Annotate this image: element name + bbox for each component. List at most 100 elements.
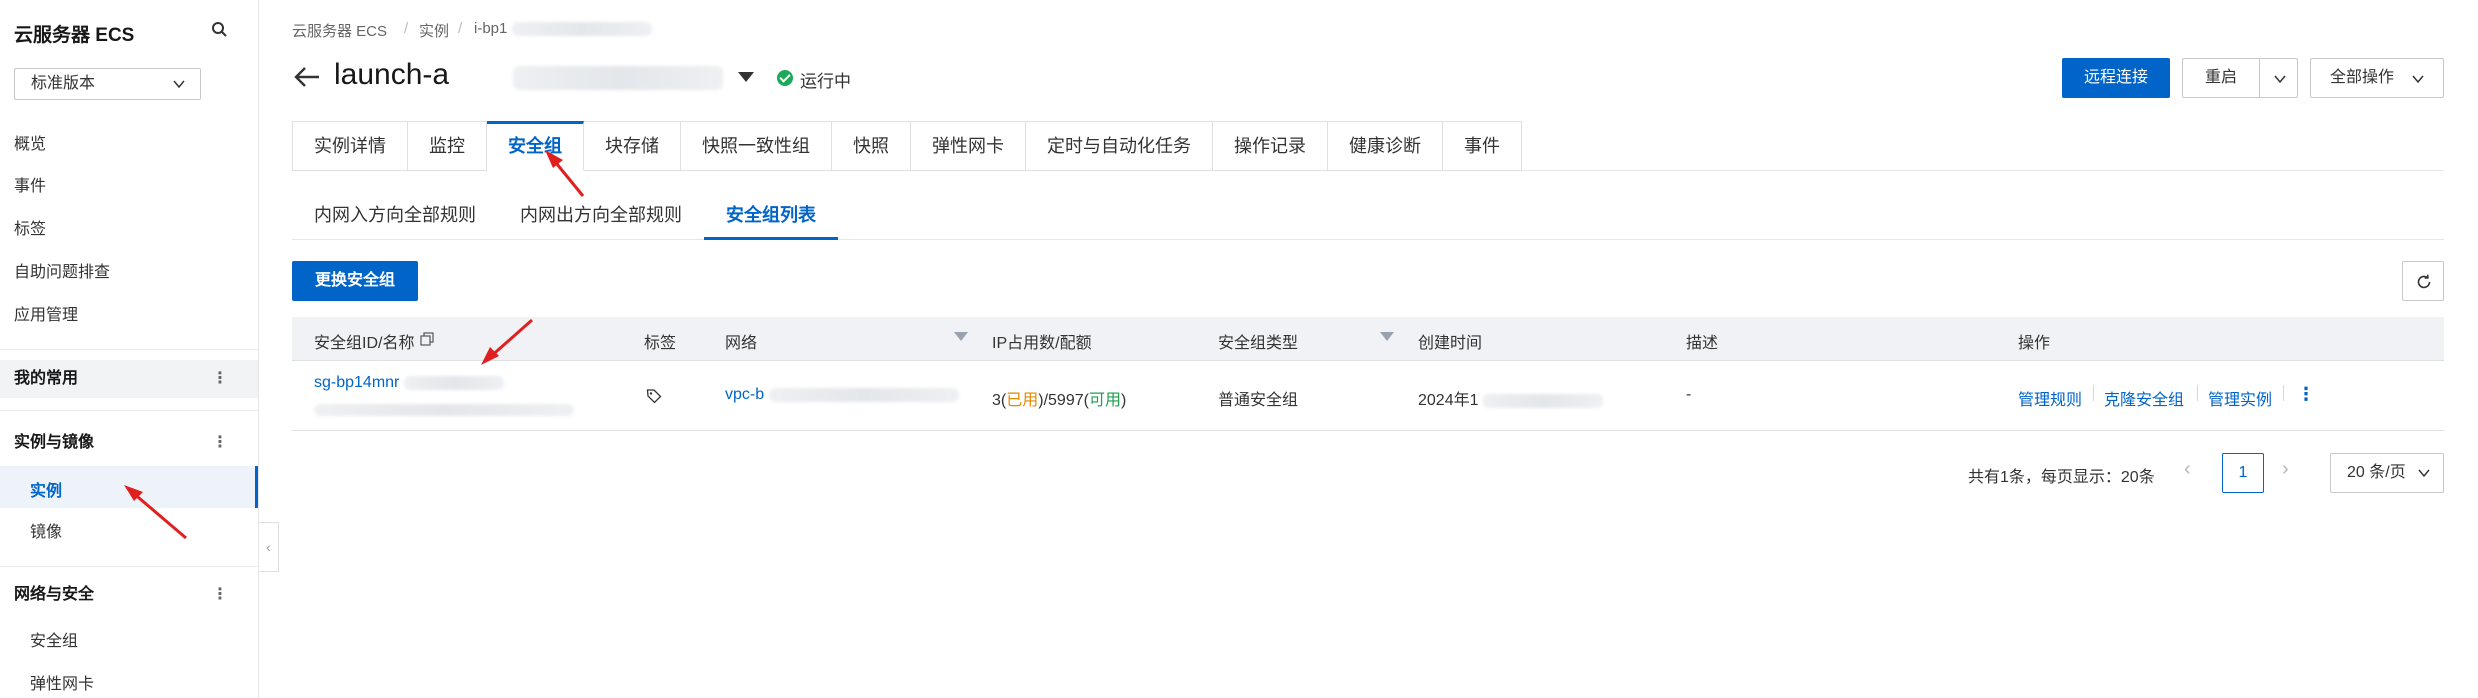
redacted-blur [1482,393,1603,408]
tab-operation-logs[interactable]: 操作记录 [1213,121,1328,171]
redacted-blur [513,66,723,90]
tab-events[interactable]: 事件 [1443,121,1522,171]
breadcrumb-instances[interactable]: 实例 [419,20,449,41]
tab-security-groups[interactable]: 安全组 [487,121,584,171]
column-header-id-name: 安全组ID/名称 [314,335,415,352]
sidebar-group-favorites[interactable]: 我的常用 ⋮ [0,360,258,398]
check-circle-icon [777,70,793,86]
column-header-network: 网络 [725,335,758,352]
tab-snapshot-consistency-groups[interactable]: 快照一致性组 [681,121,832,171]
created-time: 2024年1 [1418,392,1479,409]
chevron-down-icon [2418,469,2430,478]
ip-total: /5997 [1043,392,1084,409]
table-header: 安全组ID/名称 标签 网络 IP占用数/配额 安全组类型 创建时间 描述 操作 [292,317,2444,361]
change-security-group-button[interactable]: 更换安全组 [292,261,418,301]
all-actions-label: 全部操作 [2330,69,2395,86]
sidebar-group-label: 网络与安全 [14,586,95,603]
restart-button-group: 重启 [2182,58,2298,98]
more-vertical-icon[interactable]: ⋮ [212,360,228,398]
column-header-description: 描述 [1686,335,1719,352]
sidebar-group-label: 实例与镜像 [14,434,95,451]
sidebar-item-instances[interactable]: 实例 [0,466,258,508]
version-select[interactable]: 标准版本 [14,68,201,100]
tag-icon[interactable] [646,388,662,404]
pagination-summary: 共有1条，每页显示：20条 [1968,469,2155,486]
sidebar-item-eni[interactable]: 弹性网卡 [30,670,94,694]
security-group-id-link[interactable]: sg-bp14mnr [314,374,504,392]
vpc-id: vpc-b [725,386,765,403]
sidebar-item-app-management[interactable]: 应用管理 [14,301,78,325]
remote-connect-button[interactable]: 远程连接 [2062,58,2170,98]
filter-icon[interactable] [1380,332,1394,341]
divider [0,349,258,350]
tab-eni[interactable]: 弹性网卡 [911,121,1026,171]
manage-instances-link[interactable]: 管理实例 [2208,386,2272,410]
tab-snapshots[interactable]: 快照 [832,121,911,171]
subtab-security-group-list[interactable]: 安全组列表 [704,198,838,240]
page-size-value: 20 条/页 [2347,464,2406,481]
tab-health-diagnosis[interactable]: 健康诊断 [1328,121,1443,171]
tab-bar: 实例详情 监控 安全组 块存储 快照一致性组 快照 弹性网卡 定时与自动化任务 … [292,121,1522,171]
copy-icon[interactable] [420,332,434,346]
clone-security-group-link[interactable]: 克隆安全组 [2104,386,2184,410]
redacted-blur [768,387,959,402]
column-header-actions: 操作 [2018,335,2051,352]
created-time-cell: 2024年1 [1418,386,1603,410]
caret-down-icon[interactable] [738,72,754,82]
more-vertical-icon[interactable]: ⋮ [212,576,228,614]
sidebar-collapse-handle[interactable]: ‹ [259,522,279,572]
vpc-link[interactable]: vpc-b [725,386,959,404]
redacted-blur [511,22,652,37]
back-arrow-icon[interactable] [292,62,322,92]
sidebar-item-label: 实例 [30,483,63,500]
sidebar-group-instances-images[interactable]: 实例与镜像 ⋮ [0,424,258,462]
tab-monitoring[interactable]: 监控 [408,121,487,171]
breadcrumb-separator: / [458,20,463,37]
tab-instance-details[interactable]: 实例详情 [292,121,408,171]
divider [0,566,258,567]
tab-scheduled-tasks[interactable]: 定时与自动化任务 [1026,121,1213,171]
filter-icon[interactable] [954,332,968,341]
page-1-button[interactable]: 1 [2222,453,2264,493]
chevron-down-icon [173,80,185,89]
sg-type-cell: 普通安全组 [1218,392,1299,409]
more-vertical-icon[interactable]: ⋮ [2297,384,2315,405]
divider [2093,385,2094,401]
sidebar-group-network-security[interactable]: 网络与安全 ⋮ [0,576,258,614]
breadcrumb-current: i-bp1 [474,20,652,37]
divider [2197,385,2198,401]
breadcrumb-ecs[interactable]: 云服务器 ECS [292,20,387,41]
sidebar-group-label: 我的常用 [14,370,79,387]
previous-page-icon[interactable]: ‹ [2184,458,2191,481]
sidebar-item-images[interactable]: 镜像 [30,518,62,542]
breadcrumb-current-id: i-bp1 [474,20,508,37]
redacted-blur [403,375,504,390]
sidebar-item-events[interactable]: 事件 [14,172,46,196]
status-text: 运行中 [800,72,851,91]
sidebar-item-security-groups[interactable]: 安全组 [30,627,78,651]
sidebar-item-troubleshoot[interactable]: 自助问题排查 [14,258,110,282]
column-header-created: 创建时间 [1418,335,1483,352]
tab-block-storage[interactable]: 块存储 [584,121,681,171]
subtab-outbound-rules[interactable]: 内网出方向全部规则 [498,198,704,240]
manage-rules-link[interactable]: 管理规则 [2018,386,2082,410]
sidebar-item-tags[interactable]: 标签 [14,215,46,239]
ip-quota-cell: 3(已用)/5997(可用) [992,392,1127,409]
search-icon[interactable] [210,20,230,40]
redacted-blur [314,404,574,416]
restart-button[interactable]: 重启 [2183,59,2259,97]
page-size-select[interactable]: 20 条/页 [2330,453,2444,493]
breadcrumb-separator: / [404,20,409,37]
next-page-icon[interactable]: › [2282,458,2289,481]
chevron-down-icon [2412,75,2424,84]
chevron-down-icon[interactable] [2273,72,2287,86]
refresh-icon [2417,274,2431,289]
more-vertical-icon[interactable]: ⋮ [212,424,228,462]
subtab-inbound-rules[interactable]: 内网入方向全部规则 [292,198,498,240]
sidebar-item-overview[interactable]: 概览 [14,130,46,154]
version-select-value: 标准版本 [31,75,96,92]
divider [2259,59,2260,97]
sidebar-title: 云服务器 ECS [14,25,135,46]
all-actions-dropdown[interactable]: 全部操作 [2310,58,2444,98]
refresh-button[interactable] [2402,261,2444,301]
